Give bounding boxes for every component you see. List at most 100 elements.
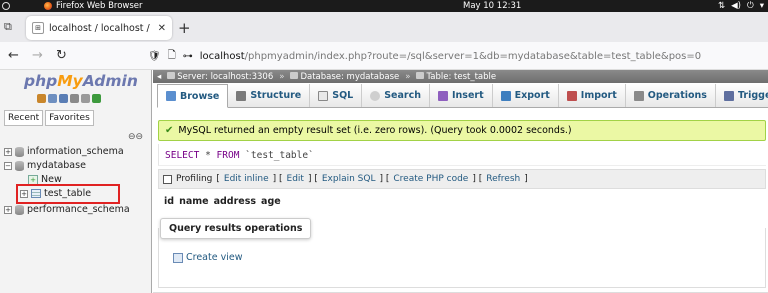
tab-triggers[interactable]: Triggers [715, 84, 768, 107]
tab-recent[interactable]: Recent [4, 110, 44, 126]
tab-operations[interactable]: Operations [625, 84, 716, 107]
collapse-icon[interactable]: − [4, 161, 12, 170]
profiling-bar: Profiling [ Edit inline ] [ Edit ] [ Exp… [158, 169, 766, 189]
sql-keyword-from: FROM [216, 150, 240, 161]
view-icon [173, 252, 183, 263]
sql-keyword-select: SELECT [165, 150, 200, 161]
help-icon[interactable] [59, 94, 68, 103]
volume-icon: ◀) [731, 1, 741, 11]
pma-navigation-panel: phpMyAdmin Recent Favorites ⊖⊖ + informa… [0, 70, 152, 293]
logout-icon[interactable] [48, 94, 57, 103]
structure-icon [236, 90, 247, 101]
permissions-icon[interactable]: ⊶ [183, 51, 193, 62]
tab-title: localhost / localhost / my [49, 22, 153, 34]
tab-export[interactable]: Export [492, 84, 559, 107]
column-header[interactable]: name [179, 196, 209, 207]
table-icon [416, 71, 425, 79]
gear-icon[interactable] [81, 94, 90, 103]
expand-icon[interactable]: + [4, 147, 12, 156]
new-table-icon: + [28, 174, 38, 185]
reload-nav-icon[interactable] [92, 94, 101, 103]
tab-structure[interactable]: Structure [228, 84, 311, 107]
forward-button[interactable]: → [32, 48, 43, 63]
app-menu[interactable]: Firefox Web Browser [44, 1, 143, 11]
tab-favorites[interactable]: Favorites [45, 110, 94, 126]
profiling-label: Profiling [176, 174, 213, 184]
edit-inline-link[interactable]: Edit inline [224, 174, 269, 184]
browser-tab[interactable]: ⊞ localhost / localhost / my ✕ [26, 16, 172, 40]
explain-sql-link[interactable]: Explain SQL [322, 174, 376, 184]
sql-star: * [205, 150, 211, 161]
database-icon [15, 146, 24, 157]
result-column-headers: id name address age [164, 196, 281, 207]
docs-icon[interactable] [70, 94, 79, 103]
tab-import[interactable]: Import [558, 84, 626, 107]
app-name: Firefox Web Browser [56, 1, 143, 11]
breadcrumb-separator: » [279, 71, 285, 82]
nav-tabs: Recent Favorites [4, 110, 94, 126]
tree-item-label: mydatabase [27, 160, 86, 171]
highlight-box [16, 184, 120, 204]
database-icon [290, 71, 299, 79]
breadcrumb-server[interactable]: Server: localhost:3306 [167, 71, 273, 82]
sql-icon [318, 90, 329, 101]
pma-main-panel: ◂ Server: localhost:3306 » Database: myd… [153, 70, 768, 293]
triggers-icon [723, 90, 734, 101]
page-info-icon[interactable]: 🗋 [168, 48, 176, 65]
breadcrumb-database[interactable]: Database: mydatabase [290, 71, 399, 82]
column-header[interactable]: age [261, 196, 281, 207]
url-host: localhost [199, 50, 245, 62]
column-header[interactable]: address [214, 196, 256, 207]
collapse-arrow-icon[interactable]: ◂ [157, 72, 161, 82]
firefox-icon [44, 2, 52, 10]
breadcrumb-table[interactable]: Table: test_table [416, 71, 496, 82]
expand-icon[interactable]: + [4, 205, 12, 214]
shield-icon[interactable]: 🛡︎ [148, 51, 161, 62]
tree-item-label: performance_schema [27, 204, 130, 215]
wrench-icon [633, 90, 644, 101]
tree-item-label: information_schema [27, 146, 124, 157]
browse-icon [166, 91, 176, 101]
reload-button[interactable]: ↻ [56, 48, 67, 63]
check-icon: ✔ [165, 125, 174, 136]
import-icon [566, 90, 577, 101]
breadcrumb-separator: » [405, 71, 411, 82]
database-icon [15, 204, 24, 215]
quick-icons [37, 94, 101, 103]
home-icon[interactable] [37, 94, 46, 103]
new-tab-button[interactable]: + [178, 19, 191, 37]
tab-insert[interactable]: Insert [430, 84, 493, 107]
close-tab-icon[interactable]: ✕ [158, 23, 166, 34]
server-icon [167, 71, 176, 79]
table-menu-tabs: Browse Structure SQL Search Insert Expor… [157, 84, 768, 108]
tree-item-mydatabase[interactable]: − mydatabase [4, 160, 86, 171]
sql-table-name: `test_table` [245, 150, 314, 161]
tree-item-performance-schema[interactable]: + performance_schema [4, 204, 130, 215]
insert-icon [438, 90, 448, 101]
url-bar[interactable]: 🛡︎ 🗋 ⊶ localhost/phpmyadmin/index.php?ro… [142, 46, 764, 66]
url-path: /phpmyadmin/index.php?route=/sql&server=… [244, 50, 702, 62]
chevron-down-icon: ▾ [759, 1, 764, 11]
tab-overview-icon[interactable]: ⧉ [4, 20, 20, 34]
system-top-bar: Firefox Web Browser May 10 12:31 ⇅ ◀) ⏻ … [0, 0, 768, 12]
create-php-code-link[interactable]: Create PHP code [393, 174, 468, 184]
create-view-link[interactable]: Create view [173, 252, 242, 263]
browser-tab-strip: ⧉ ⊞ localhost / localhost / my ✕ + [0, 12, 768, 42]
success-message: ✔ MySQL returned an empty result set (i.… [158, 120, 766, 141]
profiling-checkbox[interactable] [163, 174, 172, 184]
pma-logo[interactable]: phpMyAdmin [24, 72, 138, 90]
back-button[interactable]: ← [8, 48, 19, 63]
tab-browse[interactable]: Browse [157, 84, 229, 108]
tree-item-information-schema[interactable]: + information_schema [4, 146, 124, 157]
refresh-link[interactable]: Refresh [486, 174, 520, 184]
database-icon [15, 160, 24, 171]
activities-icon[interactable] [2, 2, 10, 10]
column-header[interactable]: id [164, 196, 174, 207]
tab-sql[interactable]: SQL [310, 84, 363, 107]
system-tray[interactable]: ⇅ ◀) ⏻ ▾ [718, 1, 764, 11]
edit-link[interactable]: Edit [287, 174, 304, 184]
tab-search[interactable]: Search [362, 84, 430, 107]
clock[interactable]: May 10 12:31 [463, 1, 521, 11]
link-icon[interactable]: ⊖⊖ [128, 132, 143, 142]
network-icon: ⇅ [718, 1, 726, 11]
